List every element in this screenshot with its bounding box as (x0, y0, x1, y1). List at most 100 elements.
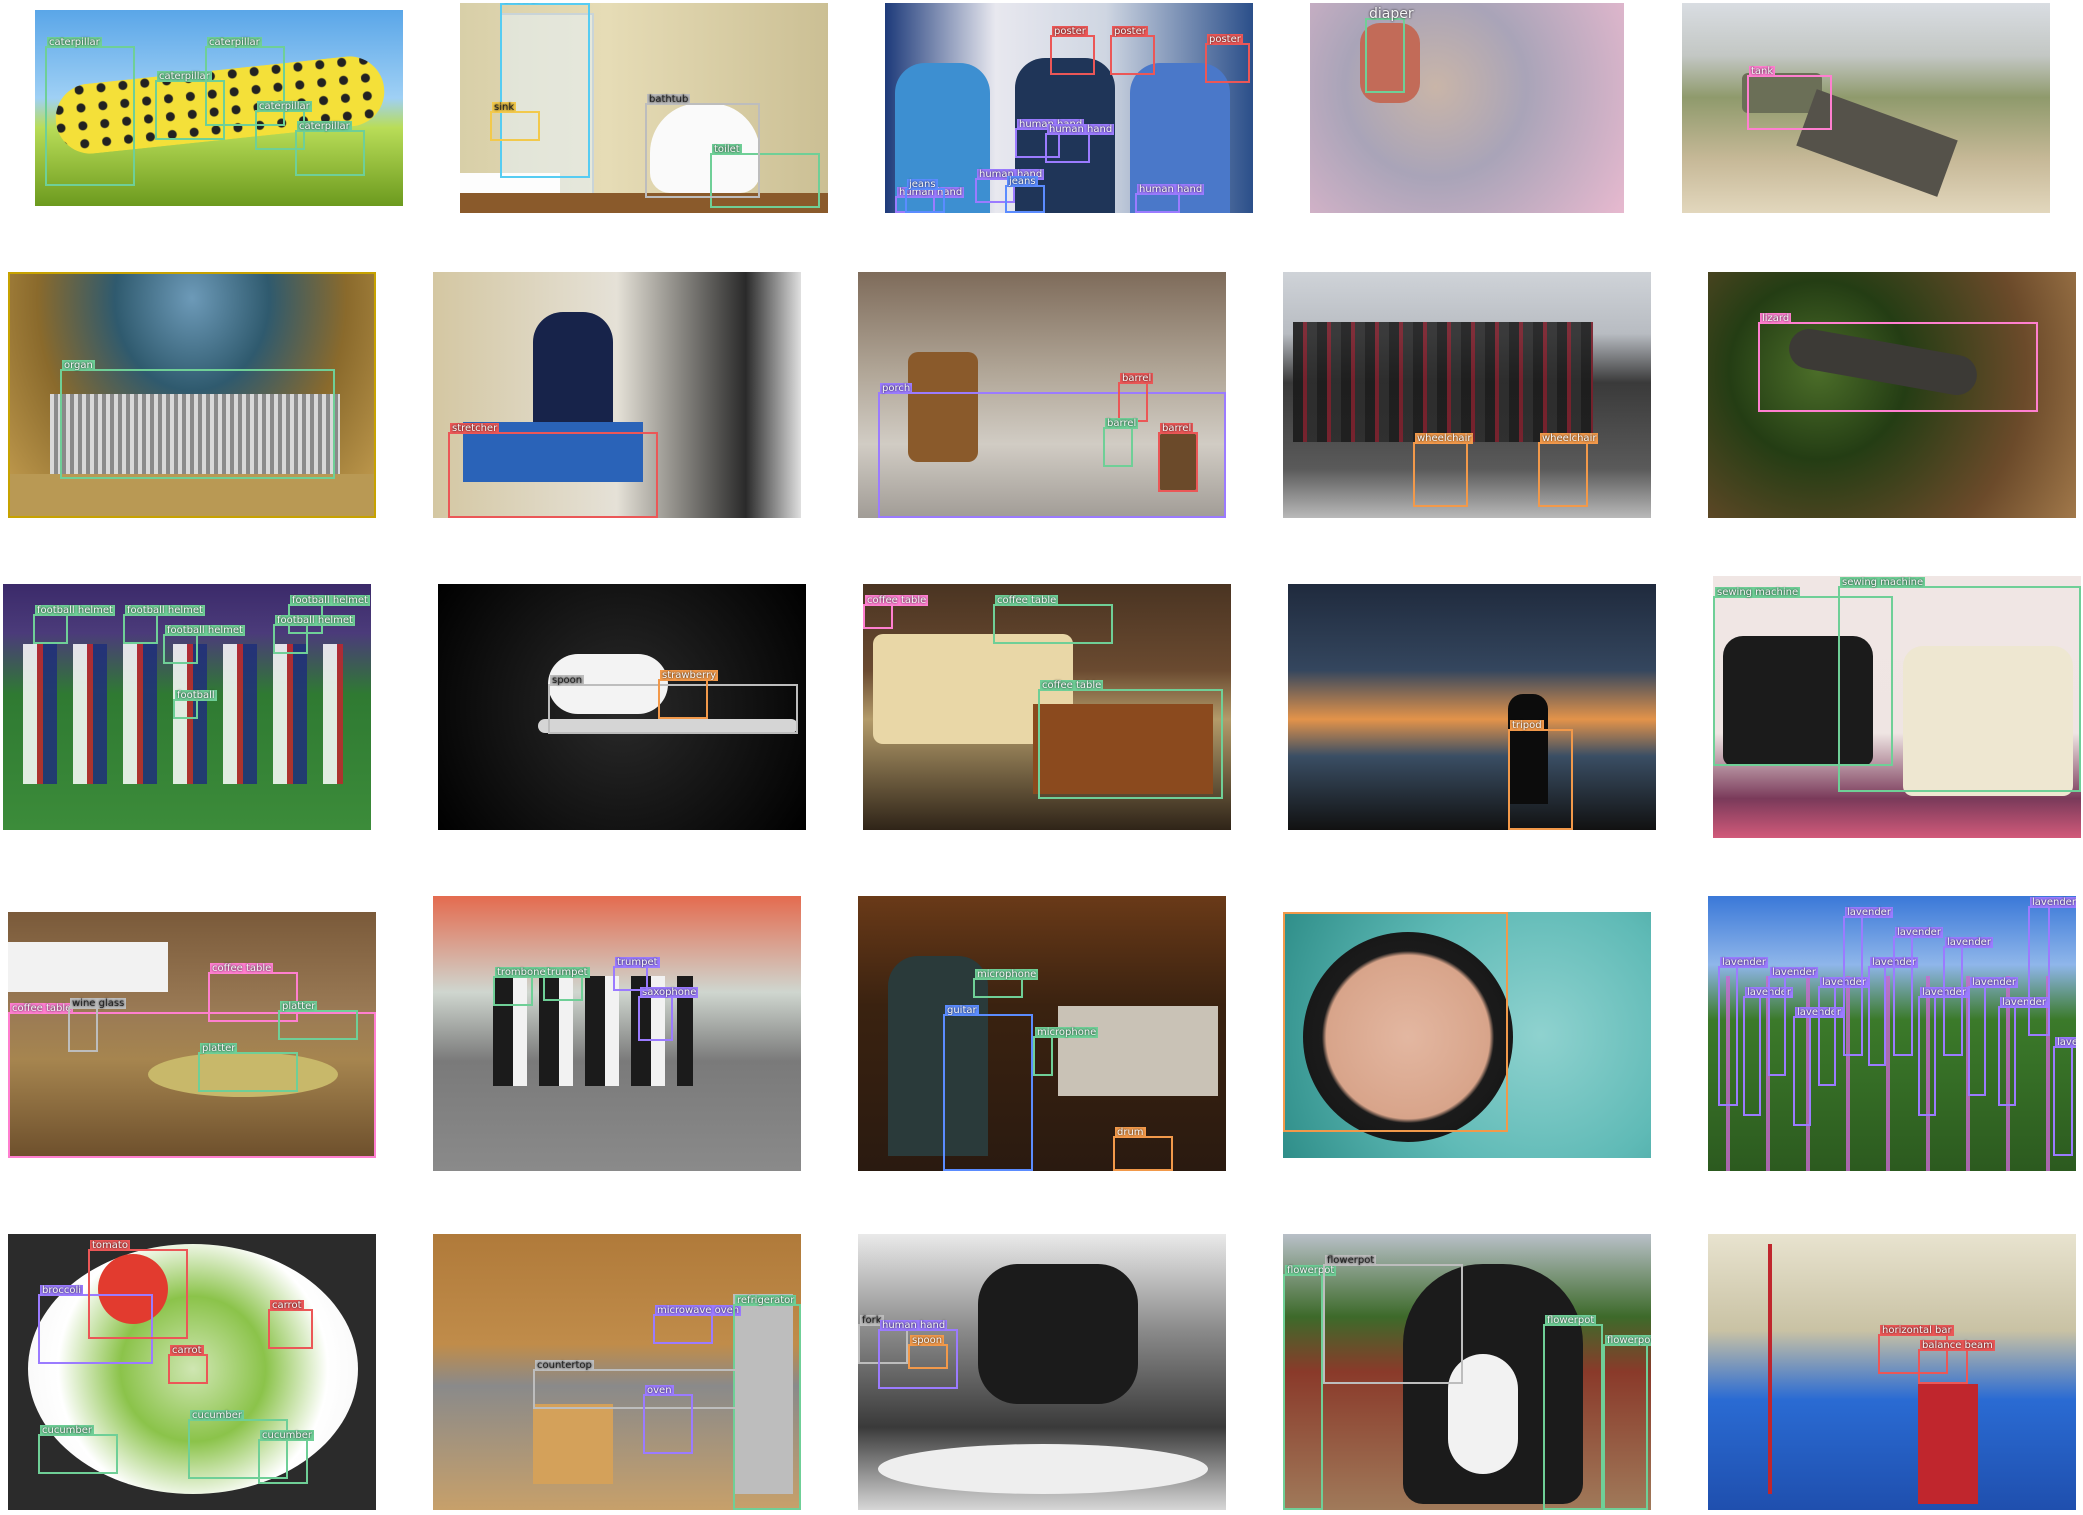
box-label: barrel (1160, 423, 1194, 434)
detection-box: caterpillar (45, 37, 135, 186)
detection-box: microphone (973, 969, 1039, 998)
box-label: lavender (1770, 967, 1818, 978)
detection-box: bathtub (645, 94, 760, 198)
living-room-image: coffee table coffee table coffee table (863, 584, 1231, 830)
box-label: sewing machine (1840, 577, 1926, 588)
detection-box: barrel (1118, 373, 1154, 422)
box-label: trombone (495, 967, 548, 978)
detection-box: wheelchair (1538, 433, 1599, 507)
detection-box: barrel (1158, 423, 1198, 492)
box-label: wine glass (70, 998, 127, 1009)
detection-box: lavender (1998, 997, 2048, 1106)
box-label: coffee table (865, 595, 929, 606)
box-label: stretcher (450, 423, 500, 434)
detection-box: wine glass (68, 998, 127, 1052)
tripod-sunset-image: tripod (1288, 584, 1656, 830)
box-label: lavender (1945, 937, 1993, 948)
detection-box: countertop (533, 1360, 743, 1409)
box-label: caterpillar (297, 121, 352, 132)
box-label: trumpet (615, 957, 660, 968)
box-label: jeans (1007, 176, 1038, 187)
box-label: trumpet (545, 967, 590, 978)
detection-box: microphone (1033, 1027, 1099, 1076)
detection-box: lavender (1793, 1007, 1843, 1126)
box-label: refrigerator (735, 1295, 797, 1306)
band-stage-image: guitar microphone microphone drum (858, 896, 1226, 1171)
box-label: flowerpot (1325, 1255, 1377, 1266)
box-label: tripod (1510, 720, 1544, 731)
detection-box: lavender (1868, 957, 1918, 1066)
detection-box: tank (1747, 66, 1832, 130)
detection-box: lavender (1968, 977, 2018, 1096)
detection-box: flowerpot (1603, 1335, 1651, 1510)
detection-box: flowerpot (1543, 1315, 1603, 1510)
detection-box: football helmet (273, 615, 355, 654)
box-label: lavender (1895, 927, 1943, 938)
detection-box: flowerpot (1323, 1255, 1463, 1384)
detection-box: jeans (905, 179, 945, 213)
lavender-image: lavender lavender lavender lavender lave… (1708, 896, 2076, 1171)
newborn-diaper-image: diaper (1310, 3, 1624, 213)
detection-box: poster (1110, 26, 1155, 75)
box-label: bathtub (647, 94, 691, 105)
box-label: caterpillar (257, 101, 312, 112)
box-label: poster (1112, 26, 1148, 37)
detection-box: lavender (1918, 987, 1968, 1116)
caterpillar-image: caterpillar caterpillar caterpillar cate… (35, 10, 403, 206)
detection-box: shower (500, 3, 590, 178)
box-label: tank (1749, 66, 1776, 77)
box-label: microphone (1035, 1027, 1099, 1038)
box-label: cucumber (40, 1425, 95, 1436)
salad-bowl-image: broccoli tomato carrot carrot cucumber c… (8, 1234, 376, 1510)
bathroom-image: shower toilet sink bathtub (460, 3, 828, 213)
box-label: caterpillar (207, 37, 262, 48)
box-label: sink (492, 102, 517, 113)
detection-box: lavender (1743, 987, 1793, 1116)
detection-box: human hand (1135, 184, 1205, 213)
detection-box: trumpet (613, 957, 660, 991)
box-label: football (175, 690, 217, 701)
detection-box: diaper (1365, 7, 1414, 93)
box-label: caterpillar (157, 71, 212, 82)
box-label: broccoli (40, 1285, 84, 1296)
box-label: coffee table (10, 1003, 74, 1014)
cat-flowerpot-image: flowerpot flowerpot flowerpot flowerpot (1283, 1234, 1651, 1510)
box-label: cucumber (260, 1430, 315, 1441)
detection-box: coffee table (863, 595, 929, 629)
detection-box: poster (1050, 26, 1095, 75)
compact-powder-image (1283, 912, 1651, 1158)
lizard-image: lizard (1708, 272, 2076, 518)
box-label: poster (1207, 34, 1243, 45)
detection-box: caterpillar (295, 121, 365, 176)
table-setting-image: coffee table coffee table wine glass pla… (8, 912, 376, 1158)
box-label: football helmet (290, 595, 370, 606)
detection-box: barrel (1103, 418, 1139, 467)
brass-band-image: trombone trumpet saxophone trumpet (433, 896, 801, 1171)
detection-box: drum (1113, 1127, 1173, 1171)
detection-box: lavender (1768, 967, 1818, 1076)
box-label: human hand (1047, 124, 1115, 135)
box-label: carrot (270, 1300, 304, 1311)
detection-box: jeans (1005, 176, 1045, 213)
milk-spoon-image: spoon strawberry (438, 584, 806, 830)
sewing-machine-image: sewing machine sewing machine (1713, 576, 2081, 838)
football-image: football helmet football helmet football… (3, 584, 371, 830)
conference-people-image: poster poster poster human hand human ha… (885, 3, 1253, 213)
box-label: sewing machine (1715, 587, 1801, 598)
detection-box: saxophone (638, 987, 699, 1041)
detection-box: coffee table (1038, 680, 1223, 799)
box-label: platter (200, 1043, 238, 1054)
gym-image: horizontal bar balance beam (1708, 1234, 2076, 1510)
porch-image: porch barrel barrel barrel (858, 272, 1226, 518)
detection-box: football helmet (163, 625, 245, 664)
detection-box: strawberry (658, 670, 719, 719)
detection-box: lavender (1943, 937, 1993, 1056)
detection-box: guitar (943, 1005, 1033, 1171)
box-label: coffee table (995, 595, 1059, 606)
box-label: carrot (170, 1345, 204, 1356)
detection-box: lizard (1758, 313, 2038, 412)
box-label: football helmet (275, 615, 355, 626)
box-label: football helmet (165, 625, 245, 636)
detection-box: lavender (1818, 977, 1868, 1086)
box-label: human hand (880, 1320, 948, 1331)
